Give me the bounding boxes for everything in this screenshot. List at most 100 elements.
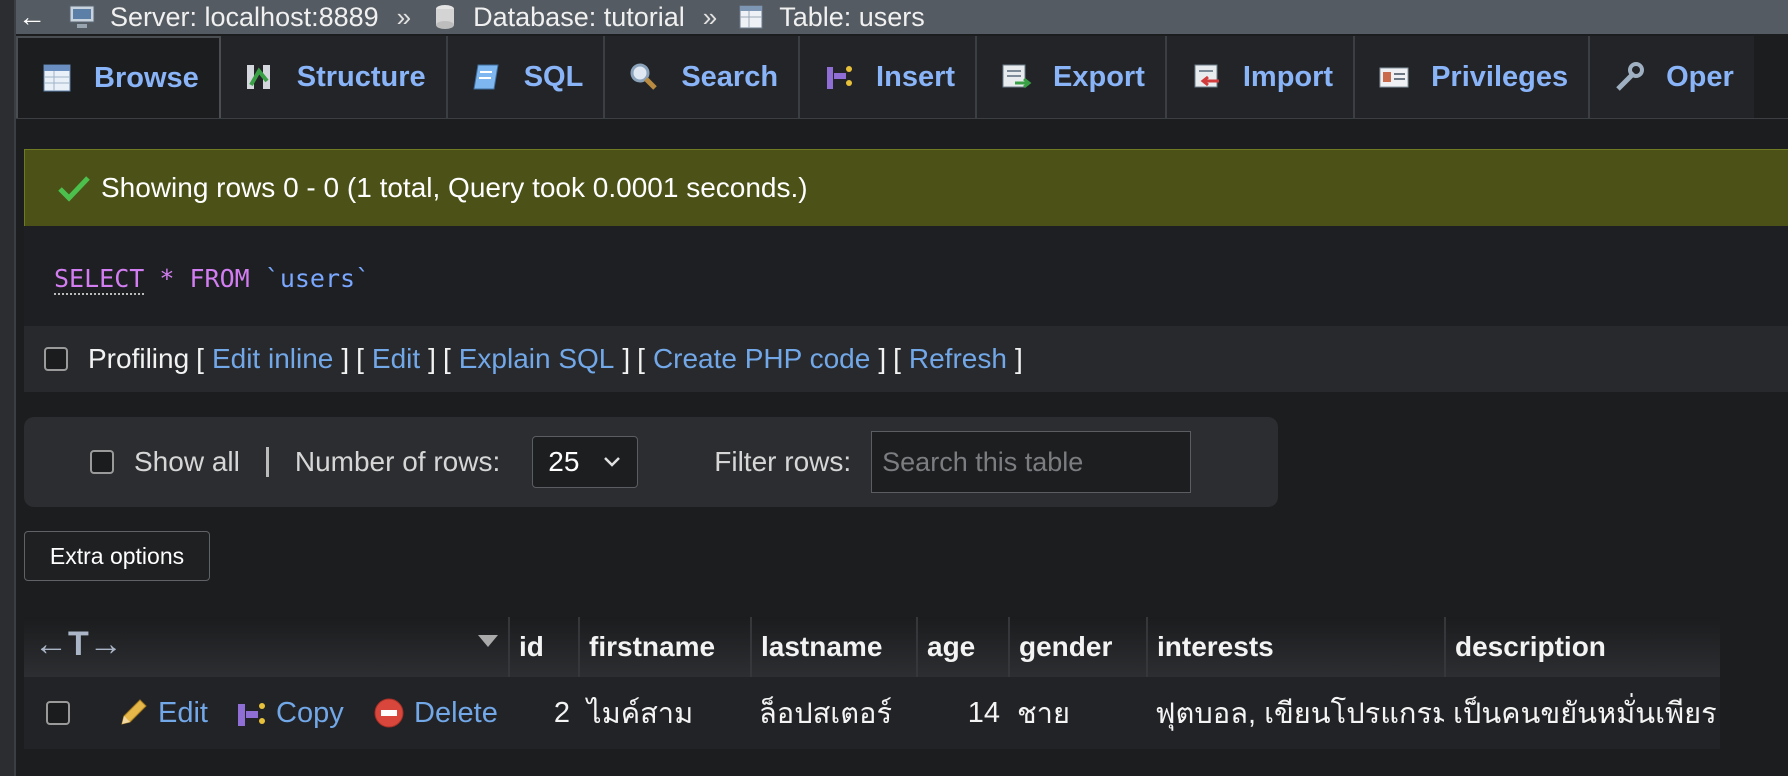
back-arrow-icon[interactable]: ←: [16, 1, 48, 33]
tab-sql-label: SQL: [523, 60, 584, 93]
column-header-lastname[interactable]: lastname: [750, 617, 916, 677]
extra-options-button[interactable]: Extra options: [24, 531, 210, 581]
tab-browse-label: Browse: [94, 61, 199, 94]
tab-structure[interactable]: Structure: [220, 36, 448, 118]
tab-export[interactable]: Export: [977, 36, 1167, 118]
column-toggle-icon[interactable]: ←T→: [34, 625, 123, 664]
show-all-checkbox[interactable]: [90, 450, 114, 474]
tab-search-label: Search: [681, 60, 779, 93]
row-checkbox[interactable]: [46, 701, 70, 725]
bracket-open: [: [196, 343, 204, 374]
column-header-id[interactable]: id: [508, 617, 578, 677]
rows-value: 25: [548, 446, 580, 477]
breadcrumb-table-label: Table: users: [779, 1, 925, 32]
breadcrumb-separator: »: [396, 1, 412, 32]
tab-browse[interactable]: Browse: [16, 36, 221, 118]
edit-link[interactable]: Edit: [372, 343, 420, 375]
breadcrumb-database-label: Database: tutorial: [473, 1, 685, 32]
tab-bar: Browse Structure SQL Search Insert Expor…: [16, 36, 1788, 119]
explain-sql-link[interactable]: Explain SQL: [459, 343, 615, 375]
table-icon: [739, 5, 763, 29]
sql-keyword-select[interactable]: SELECT: [54, 264, 145, 295]
bracket-close: ]: [622, 343, 631, 374]
delete-label: Delete: [414, 696, 498, 729]
pencil-icon: [121, 699, 147, 725]
divider: [265, 447, 269, 477]
rows-label: Number of rows:: [294, 446, 501, 477]
cell-description[interactable]: เป็นคนขยันหมั่นเพียร: [1444, 677, 1720, 749]
tab-privileges-label: Privileges: [1431, 60, 1569, 93]
sql-icon: [473, 64, 499, 90]
success-text: Showing rows 0 - 0 (1 total, Query took …: [101, 172, 808, 203]
tab-search[interactable]: Search: [605, 36, 801, 118]
tab-insert-label: Insert: [876, 60, 956, 93]
tab-import[interactable]: Import: [1166, 36, 1356, 118]
bracket-close: ]: [428, 343, 436, 374]
breadcrumb: ← Server: localhost:8889 » Database: tut…: [16, 0, 1788, 34]
breadcrumb-separator: »: [702, 1, 718, 32]
cell-lastname[interactable]: ล็อปสเตอร์: [750, 677, 916, 749]
structure-icon: [246, 65, 270, 89]
tab-export-label: Export: [1053, 60, 1145, 93]
create-php-code-link[interactable]: Create PHP code: [653, 343, 870, 375]
bracket-open: [: [893, 343, 901, 374]
tab-structure-label: Structure: [296, 60, 426, 93]
cell-age[interactable]: 14: [916, 677, 1008, 749]
filter-rows-input[interactable]: [871, 431, 1192, 493]
copy-label: Copy: [276, 696, 344, 729]
delete-icon: [374, 698, 404, 728]
navigation-bar: Show all Number of rows: 25 Filter rows:: [24, 417, 1278, 507]
column-header-firstname[interactable]: firstname: [578, 617, 750, 677]
table-header-row: ←T→ id firstname lastname age gender int…: [24, 617, 1720, 677]
browse-icon: [43, 64, 71, 92]
chevron-down-icon: [604, 457, 621, 467]
profiling-checkbox[interactable]: [44, 347, 68, 371]
breadcrumb-server-label: Server: localhost:8889: [110, 1, 379, 32]
left-edge: [0, 0, 16, 776]
tab-privileges[interactable]: Privileges: [1355, 36, 1591, 118]
column-header-age[interactable]: age: [916, 617, 1008, 677]
bracket-close: ]: [878, 343, 887, 374]
tab-sql[interactable]: SQL: [447, 36, 606, 118]
bracket-close: ]: [1014, 343, 1023, 374]
filter-label: Filter rows:: [714, 446, 852, 477]
breadcrumb-server[interactable]: Server: localhost:8889: [68, 2, 379, 33]
profiling-bar: Profiling [ Edit inline ] [ Edit ] [ Exp…: [24, 326, 1788, 392]
success-message: Showing rows 0 - 0 (1 total, Query took …: [24, 149, 1788, 227]
check-icon: [58, 176, 90, 202]
bracket-open: [: [637, 343, 645, 374]
server-icon: [69, 5, 95, 28]
search-icon: [630, 63, 658, 90]
bracket-open: [: [442, 343, 451, 374]
sql-keyword-from: FROM: [189, 264, 250, 293]
sql-query[interactable]: SELECT * FROM `users`: [54, 264, 371, 295]
column-header-description[interactable]: description: [1444, 617, 1710, 677]
privileges-icon: [1379, 67, 1409, 88]
show-all-label: Show all: [134, 446, 240, 477]
rows-select[interactable]: 25: [532, 436, 639, 488]
cell-id[interactable]: 2: [508, 677, 578, 749]
refresh-link[interactable]: Refresh: [909, 343, 1007, 375]
row-delete-link[interactable]: Delete: [372, 677, 498, 749]
column-header-gender[interactable]: gender: [1008, 617, 1146, 677]
edit-inline-link[interactable]: Edit inline: [212, 343, 333, 375]
operations-icon: [1616, 62, 1645, 91]
breadcrumb-table[interactable]: Table: users: [737, 2, 925, 33]
bracket-open: [: [356, 343, 364, 374]
cell-interests[interactable]: ฟุตบอล, เขียนโปรแกรม: [1146, 677, 1444, 749]
cell-gender[interactable]: ชาย: [1008, 677, 1146, 749]
sql-star: *: [159, 264, 175, 293]
table-row: Edit Copy Delete 2 ไมค์สาม ล็อปสเตอร์ 14…: [24, 677, 1720, 749]
breadcrumb-database[interactable]: Database: tutorial: [431, 2, 685, 33]
tab-insert[interactable]: Insert: [800, 36, 978, 118]
insert-icon: [827, 66, 853, 89]
cell-firstname[interactable]: ไมค์สาม: [578, 677, 750, 749]
column-header-interests[interactable]: interests: [1146, 617, 1444, 677]
sort-arrow-icon[interactable]: [476, 633, 500, 649]
row-copy-link[interactable]: Copy: [234, 677, 344, 749]
row-edit-link[interactable]: Edit: [116, 677, 208, 749]
sql-table-name: `users`: [264, 264, 371, 293]
profiling-label: Profiling: [88, 343, 190, 374]
sql-query-box: SELECT * FROM `users`: [24, 226, 1788, 326]
tab-operations[interactable]: Oper: [1590, 36, 1754, 118]
